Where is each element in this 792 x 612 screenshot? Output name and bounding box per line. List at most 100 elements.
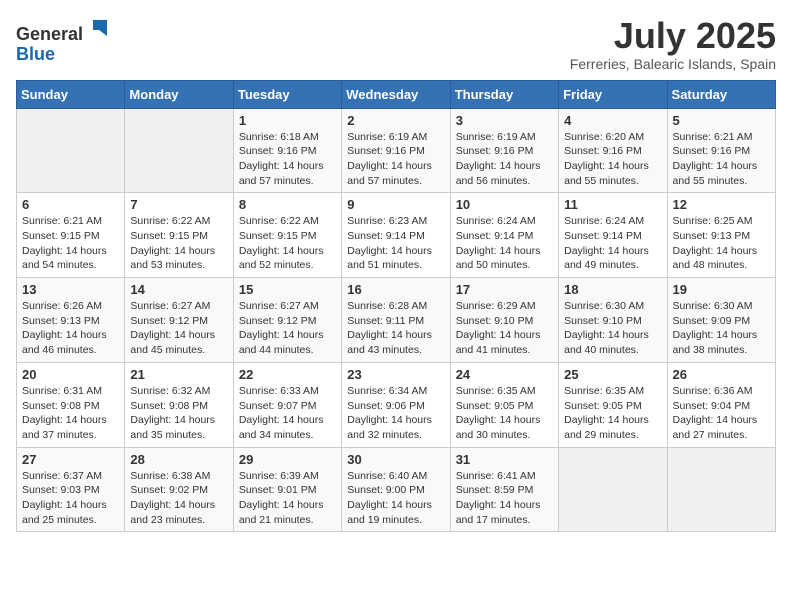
- sunset-text: Sunset: 9:15 PM: [22, 230, 100, 242]
- daylight-text: Daylight: 14 hours and 53 minutes.: [130, 245, 215, 272]
- day-number: 8: [239, 197, 336, 212]
- day-info: Sunrise: 6:25 AM Sunset: 9:13 PM Dayligh…: [673, 214, 770, 273]
- daylight-text: Daylight: 14 hours and 49 minutes.: [564, 245, 649, 272]
- calendar-cell: 3 Sunrise: 6:19 AM Sunset: 9:16 PM Dayli…: [450, 108, 558, 193]
- daylight-text: Daylight: 14 hours and 46 minutes.: [22, 329, 107, 356]
- day-info: Sunrise: 6:35 AM Sunset: 9:05 PM Dayligh…: [564, 384, 661, 443]
- day-number: 15: [239, 282, 336, 297]
- sunrise-text: Sunrise: 6:27 AM: [239, 300, 319, 312]
- day-info: Sunrise: 6:26 AM Sunset: 9:13 PM Dayligh…: [22, 299, 119, 358]
- calendar-cell: 17 Sunrise: 6:29 AM Sunset: 9:10 PM Dayl…: [450, 278, 558, 363]
- sunrise-text: Sunrise: 6:22 AM: [239, 215, 319, 227]
- sunrise-text: Sunrise: 6:25 AM: [673, 215, 753, 227]
- sunset-text: Sunset: 9:09 PM: [673, 315, 751, 327]
- calendar-cell: [17, 108, 125, 193]
- daylight-text: Daylight: 14 hours and 54 minutes.: [22, 245, 107, 272]
- sunrise-text: Sunrise: 6:22 AM: [130, 215, 210, 227]
- day-number: 25: [564, 367, 661, 382]
- calendar-cell: 8 Sunrise: 6:22 AM Sunset: 9:15 PM Dayli…: [233, 193, 341, 278]
- sunrise-text: Sunrise: 6:39 AM: [239, 470, 319, 482]
- sunrise-text: Sunrise: 6:34 AM: [347, 385, 427, 397]
- sunrise-text: Sunrise: 6:26 AM: [22, 300, 102, 312]
- calendar-cell: 4 Sunrise: 6:20 AM Sunset: 9:16 PM Dayli…: [559, 108, 667, 193]
- calendar-cell: 10 Sunrise: 6:24 AM Sunset: 9:14 PM Dayl…: [450, 193, 558, 278]
- logo-blue-text: Blue: [16, 44, 55, 64]
- sunrise-text: Sunrise: 6:41 AM: [456, 470, 536, 482]
- sunset-text: Sunset: 9:12 PM: [239, 315, 317, 327]
- day-number: 26: [673, 367, 770, 382]
- sunset-text: Sunset: 9:13 PM: [673, 230, 751, 242]
- calendar-cell: 31 Sunrise: 6:41 AM Sunset: 8:59 PM Dayl…: [450, 447, 558, 532]
- daylight-text: Daylight: 14 hours and 50 minutes.: [456, 245, 541, 272]
- day-info: Sunrise: 6:30 AM Sunset: 9:09 PM Dayligh…: [673, 299, 770, 358]
- day-info: Sunrise: 6:37 AM Sunset: 9:03 PM Dayligh…: [22, 469, 119, 528]
- calendar-cell: 25 Sunrise: 6:35 AM Sunset: 9:05 PM Dayl…: [559, 362, 667, 447]
- calendar-cell: [559, 447, 667, 532]
- calendar-cell: 16 Sunrise: 6:28 AM Sunset: 9:11 PM Dayl…: [342, 278, 450, 363]
- sunset-text: Sunset: 9:16 PM: [564, 145, 642, 157]
- day-info: Sunrise: 6:23 AM Sunset: 9:14 PM Dayligh…: [347, 214, 444, 273]
- daylight-text: Daylight: 14 hours and 51 minutes.: [347, 245, 432, 272]
- sunset-text: Sunset: 9:05 PM: [564, 400, 642, 412]
- sunset-text: Sunset: 9:15 PM: [130, 230, 208, 242]
- day-info: Sunrise: 6:19 AM Sunset: 9:16 PM Dayligh…: [456, 130, 553, 189]
- sunset-text: Sunset: 9:05 PM: [456, 400, 534, 412]
- calendar-cell: 22 Sunrise: 6:33 AM Sunset: 9:07 PM Dayl…: [233, 362, 341, 447]
- day-info: Sunrise: 6:24 AM Sunset: 9:14 PM Dayligh…: [456, 214, 553, 273]
- sunrise-text: Sunrise: 6:30 AM: [673, 300, 753, 312]
- day-number: 11: [564, 197, 661, 212]
- sunset-text: Sunset: 9:02 PM: [130, 484, 208, 496]
- day-info: Sunrise: 6:18 AM Sunset: 9:16 PM Dayligh…: [239, 130, 336, 189]
- day-number: 19: [673, 282, 770, 297]
- calendar-cell: 24 Sunrise: 6:35 AM Sunset: 9:05 PM Dayl…: [450, 362, 558, 447]
- sunrise-text: Sunrise: 6:30 AM: [564, 300, 644, 312]
- day-info: Sunrise: 6:24 AM Sunset: 9:14 PM Dayligh…: [564, 214, 661, 273]
- day-info: Sunrise: 6:27 AM Sunset: 9:12 PM Dayligh…: [130, 299, 227, 358]
- weekday-header: Friday: [559, 80, 667, 108]
- sunrise-text: Sunrise: 6:29 AM: [456, 300, 536, 312]
- daylight-text: Daylight: 14 hours and 41 minutes.: [456, 329, 541, 356]
- weekday-header: Monday: [125, 80, 233, 108]
- sunrise-text: Sunrise: 6:36 AM: [673, 385, 753, 397]
- calendar-cell: 11 Sunrise: 6:24 AM Sunset: 9:14 PM Dayl…: [559, 193, 667, 278]
- daylight-text: Daylight: 14 hours and 19 minutes.: [347, 499, 432, 526]
- calendar-cell: 19 Sunrise: 6:30 AM Sunset: 9:09 PM Dayl…: [667, 278, 775, 363]
- daylight-text: Daylight: 14 hours and 43 minutes.: [347, 329, 432, 356]
- day-number: 16: [347, 282, 444, 297]
- sunset-text: Sunset: 9:13 PM: [22, 315, 100, 327]
- sunset-text: Sunset: 9:10 PM: [564, 315, 642, 327]
- weekday-header: Tuesday: [233, 80, 341, 108]
- day-number: 28: [130, 452, 227, 467]
- day-number: 30: [347, 452, 444, 467]
- day-info: Sunrise: 6:41 AM Sunset: 8:59 PM Dayligh…: [456, 469, 553, 528]
- day-number: 6: [22, 197, 119, 212]
- weekday-header: Sunday: [17, 80, 125, 108]
- sunset-text: Sunset: 9:14 PM: [347, 230, 425, 242]
- day-info: Sunrise: 6:28 AM Sunset: 9:11 PM Dayligh…: [347, 299, 444, 358]
- calendar-cell: 20 Sunrise: 6:31 AM Sunset: 9:08 PM Dayl…: [17, 362, 125, 447]
- day-number: 12: [673, 197, 770, 212]
- day-number: 1: [239, 113, 336, 128]
- daylight-text: Daylight: 14 hours and 57 minutes.: [347, 160, 432, 187]
- daylight-text: Daylight: 14 hours and 25 minutes.: [22, 499, 107, 526]
- page-header: General Blue July 2025 Ferreries, Balear…: [16, 16, 776, 72]
- daylight-text: Daylight: 14 hours and 55 minutes.: [673, 160, 758, 187]
- sunset-text: Sunset: 9:07 PM: [239, 400, 317, 412]
- daylight-text: Daylight: 14 hours and 30 minutes.: [456, 414, 541, 441]
- daylight-text: Daylight: 14 hours and 52 minutes.: [239, 245, 324, 272]
- calendar-cell: 13 Sunrise: 6:26 AM Sunset: 9:13 PM Dayl…: [17, 278, 125, 363]
- sunset-text: Sunset: 9:10 PM: [456, 315, 534, 327]
- sunset-text: Sunset: 9:08 PM: [130, 400, 208, 412]
- sunrise-text: Sunrise: 6:33 AM: [239, 385, 319, 397]
- day-number: 10: [456, 197, 553, 212]
- calendar-cell: 29 Sunrise: 6:39 AM Sunset: 9:01 PM Dayl…: [233, 447, 341, 532]
- day-number: 31: [456, 452, 553, 467]
- day-info: Sunrise: 6:22 AM Sunset: 9:15 PM Dayligh…: [130, 214, 227, 273]
- day-number: 24: [456, 367, 553, 382]
- sunrise-text: Sunrise: 6:18 AM: [239, 131, 319, 143]
- daylight-text: Daylight: 14 hours and 48 minutes.: [673, 245, 758, 272]
- day-number: 23: [347, 367, 444, 382]
- day-number: 4: [564, 113, 661, 128]
- sunset-text: Sunset: 9:16 PM: [239, 145, 317, 157]
- daylight-text: Daylight: 14 hours and 57 minutes.: [239, 160, 324, 187]
